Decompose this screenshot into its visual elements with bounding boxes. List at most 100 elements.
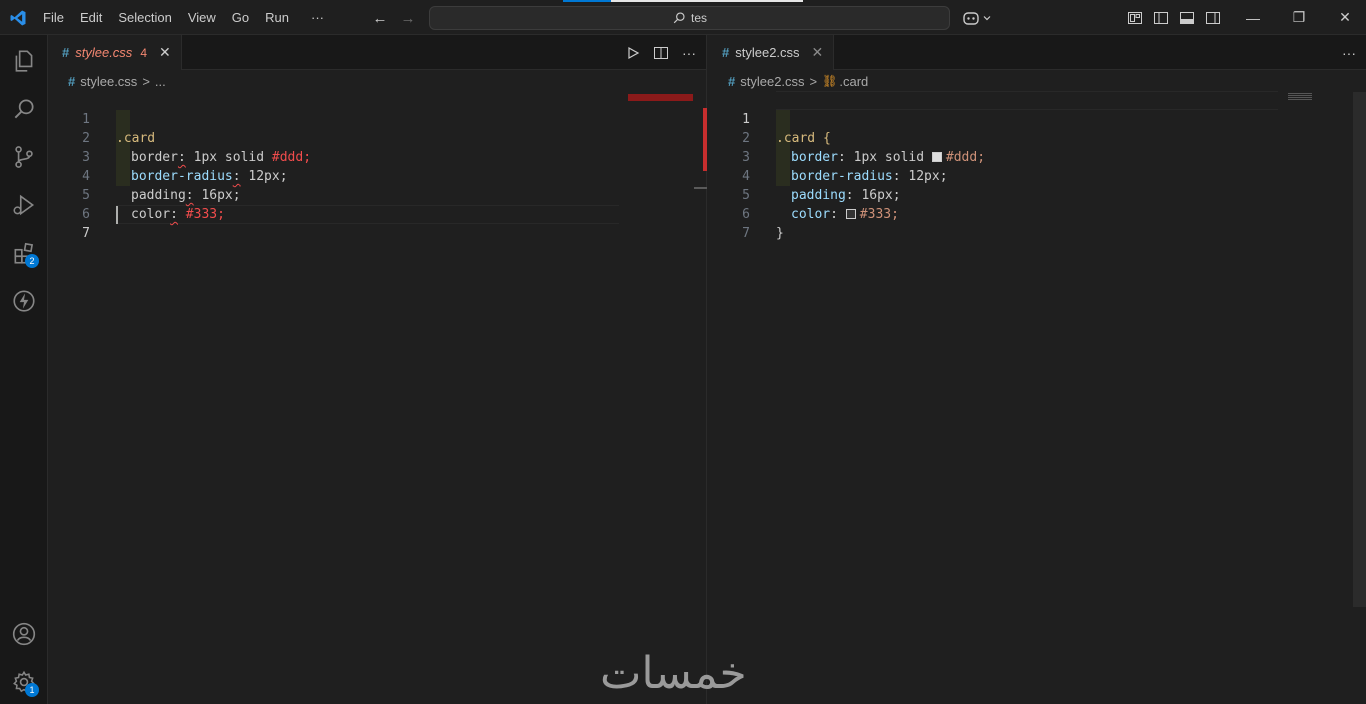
settings-badge: 1: [25, 683, 39, 697]
text-cursor: [116, 206, 118, 224]
extensions-badge: 2: [25, 254, 39, 268]
menu-run[interactable]: Run: [257, 0, 297, 35]
menu-bar: File Edit Selection View Go Run ···: [35, 0, 332, 35]
tab-stylee-css[interactable]: # stylee.css 4 ✕: [48, 35, 182, 70]
activity-bar: 2 1: [0, 35, 48, 704]
run-icon[interactable]: [624, 44, 642, 62]
code-line: border-radius: 12px;: [131, 169, 288, 184]
copilot-button[interactable]: [962, 9, 992, 27]
extensions-button[interactable]: 2: [0, 229, 48, 277]
code-line: }: [776, 226, 784, 241]
css-file-icon: #: [62, 45, 70, 60]
watermark-logo: خمسات: [600, 648, 749, 699]
restore-icon[interactable]: ❐: [1276, 0, 1322, 35]
code-editor[interactable]: 1 .card 2 border: 1px solid #ddd; 3 bord…: [48, 91, 688, 691]
source-control-icon: [15, 146, 33, 168]
toggle-primary-sidebar-icon[interactable]: [1152, 9, 1170, 27]
menu-go[interactable]: Go: [224, 0, 257, 35]
tab-label: stylee2.css: [735, 45, 800, 60]
search-icon: [673, 12, 685, 24]
explorer-button[interactable]: [0, 37, 48, 85]
code-line: border-radius: 12px;: [791, 169, 948, 184]
more-actions-icon[interactable]: ···: [680, 44, 698, 62]
account-icon: [12, 622, 36, 646]
editor-group-left: # stylee.css 4 ✕ ··· # stylee.css > ... …: [48, 35, 707, 704]
minimap[interactable]: [1288, 93, 1312, 101]
editor-group-right: # stylee2.css ✕ ··· # stylee2.css > ⛓ .c…: [708, 35, 1366, 704]
css-file-icon: #: [728, 73, 736, 89]
code-line: .card: [116, 131, 156, 146]
tab-bar: # stylee2.css ✕ ···: [708, 35, 1366, 70]
menu-more[interactable]: ···: [303, 0, 332, 35]
close-window-icon[interactable]: ✕: [1322, 0, 1366, 35]
scrollbar-thumb[interactable]: [694, 187, 707, 189]
lightning-icon: [13, 290, 35, 312]
tab-stylee2-css[interactable]: # stylee2.css ✕: [708, 35, 835, 70]
vscode-logo-icon: [10, 10, 26, 26]
code-line: padding: 16px;: [131, 188, 241, 203]
toggle-panel-icon[interactable]: [1178, 9, 1196, 27]
code-line: border: 1px solid #ddd;: [131, 150, 312, 165]
menu-file[interactable]: File: [35, 0, 72, 35]
forward-arrow-icon[interactable]: →: [398, 9, 418, 27]
run-debug-button[interactable]: [0, 181, 48, 229]
thunder-client-button[interactable]: [0, 277, 48, 325]
navigation-arrows: ← →: [370, 9, 418, 27]
editor-actions: ···: [1340, 44, 1358, 62]
toggle-secondary-sidebar-icon[interactable]: [1204, 9, 1222, 27]
breadcrumb: # stylee.css > ...: [68, 72, 166, 90]
source-control-button[interactable]: [0, 133, 48, 181]
tab-bar: # stylee.css 4 ✕ ···: [48, 35, 706, 70]
breadcrumb-file[interactable]: stylee.css: [80, 74, 137, 89]
code-line: padding: 16px;: [791, 188, 901, 203]
minimap-error-region: [628, 94, 693, 101]
manage-button[interactable]: 1: [0, 658, 48, 704]
breadcrumb-separator: >: [809, 73, 818, 89]
more-actions-icon[interactable]: ···: [1340, 44, 1358, 62]
menu-view[interactable]: View: [180, 0, 224, 35]
back-arrow-icon[interactable]: ←: [370, 9, 390, 27]
progress-indicator: [563, 0, 803, 2]
command-center-search[interactable]: tes: [429, 6, 950, 30]
scrollbar-thumb[interactable]: [1353, 92, 1366, 607]
breadcrumb-separator: >: [142, 73, 150, 89]
layout-controls: [1126, 9, 1222, 27]
split-editor-icon[interactable]: [652, 44, 670, 62]
scrollbar-error-marker: [703, 108, 707, 171]
line-number: 7: [742, 226, 750, 241]
command-center-text: tes: [690, 11, 707, 25]
code-editor[interactable]: 1 .card { 2 border: 1px solid #ddd; 3 bo…: [708, 91, 1348, 691]
copilot-icon: [963, 12, 979, 25]
breadcrumb-file[interactable]: stylee2.css: [740, 74, 804, 89]
chevron-down-icon: [983, 16, 991, 21]
code-line: color: #333;: [791, 207, 899, 222]
code-line: border: 1px solid #ddd;: [791, 150, 986, 165]
run-debug-icon: [13, 194, 35, 216]
minimize-icon[interactable]: —: [1230, 0, 1276, 35]
search-view-button[interactable]: [0, 85, 48, 133]
css-file-icon: #: [68, 73, 76, 89]
title-bar: File Edit Selection View Go Run ··· ← → …: [0, 0, 1366, 35]
close-icon[interactable]: ✕: [812, 44, 824, 61]
breadcrumb: # stylee2.css > ⛓ .card: [728, 72, 868, 90]
search-icon: [14, 99, 34, 119]
code-line: .card {: [776, 131, 831, 146]
files-icon: [15, 50, 33, 72]
menu-selection[interactable]: Selection: [110, 0, 179, 35]
code-line: color: #333;: [131, 207, 225, 222]
color-swatch[interactable]: [845, 209, 856, 219]
css-file-icon: #: [722, 45, 730, 60]
menu-edit[interactable]: Edit: [72, 0, 110, 35]
customize-layout-icon[interactable]: [1126, 9, 1144, 27]
close-icon[interactable]: ✕: [159, 44, 171, 61]
current-line-highlight: [776, 91, 1278, 110]
editor-actions: ···: [624, 44, 698, 62]
accounts-button[interactable]: [0, 610, 48, 658]
breadcrumb-symbol[interactable]: .card: [839, 74, 868, 89]
window-controls: — ❐ ✕: [1230, 0, 1366, 35]
symbol-class-icon: ⛓: [822, 74, 838, 88]
color-swatch[interactable]: [931, 152, 942, 162]
problems-count: 4: [140, 45, 147, 60]
line-number: 7: [82, 226, 90, 241]
breadcrumb-rest[interactable]: ...: [155, 74, 166, 89]
